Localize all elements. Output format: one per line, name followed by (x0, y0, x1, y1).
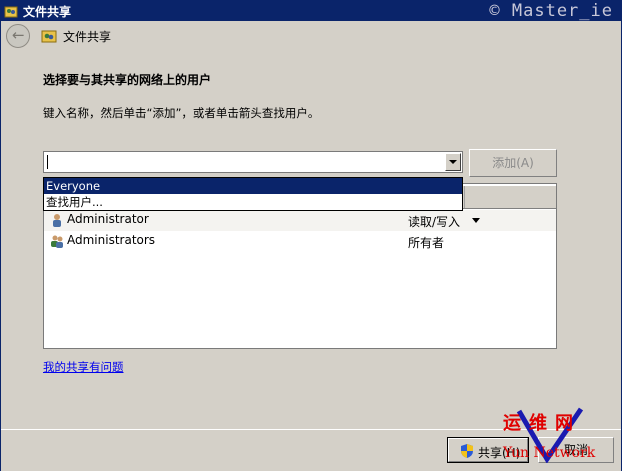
user-name: Administrator (67, 212, 149, 226)
share-button-face: 共享(H) (448, 438, 528, 462)
dropdown-option-everyone[interactable]: Everyone (44, 178, 462, 194)
permission-dropdown-icon[interactable] (472, 218, 480, 223)
dropdown-option-find-users[interactable]: 查找用户... (44, 194, 462, 210)
back-button[interactable]: ← (6, 24, 30, 48)
uac-shield-icon (461, 444, 473, 458)
sharing-help-link[interactable]: 我的共享有问题 (43, 359, 124, 375)
combobox-dropdown-button[interactable] (445, 153, 461, 171)
list-item[interactable]: Administrator 读取/写入 (44, 210, 556, 231)
user-name: Administrators (67, 233, 156, 247)
share-button[interactable]: 共享(H) (447, 437, 529, 463)
title-bar: 文件共享 © Master_ie (1, 1, 621, 21)
main-content: 选择要与其共享的网络上的用户 键入名称，然后单击“添加”，或者单击箭头查找用户。… (1, 53, 621, 429)
window-title: 文件共享 (23, 5, 72, 19)
nav-title: 文件共享 (63, 30, 112, 44)
group-icon (51, 235, 63, 248)
file-sharing-icon (4, 6, 18, 18)
button-bar: 共享(H) 取消 (1, 429, 621, 471)
navigation-bar: ← 文件共享 (1, 21, 621, 51)
user-dropdown-list: Everyone 查找用户... (43, 177, 463, 211)
permission-level: 读取/写入 (408, 215, 461, 229)
file-sharing-icon (41, 30, 57, 43)
permission-level: 所有者 (408, 236, 445, 250)
share-button-label: 共享(H) (478, 446, 521, 460)
page-heading: 选择要与其共享的网络上的用户 (43, 73, 212, 87)
instruction-text: 键入名称，然后单击“添加”，或者单击箭头查找用户。 (43, 106, 320, 120)
text-caret (47, 155, 48, 169)
watermark-text: © Master_ie (489, 1, 613, 21)
permission-column-header[interactable] (464, 186, 557, 208)
add-button[interactable]: 添加(A) (469, 149, 557, 177)
cancel-button[interactable]: 取消 (538, 437, 614, 463)
user-icon (53, 214, 61, 227)
back-arrow-icon: ← (12, 26, 25, 44)
list-item[interactable]: Administrators 所有者 (44, 231, 556, 252)
user-name-combobox[interactable] (43, 151, 463, 173)
file-sharing-window: 文件共享 © Master_ie ← 文件共享 选择要与其共享的网络上的用户 键… (0, 0, 622, 471)
